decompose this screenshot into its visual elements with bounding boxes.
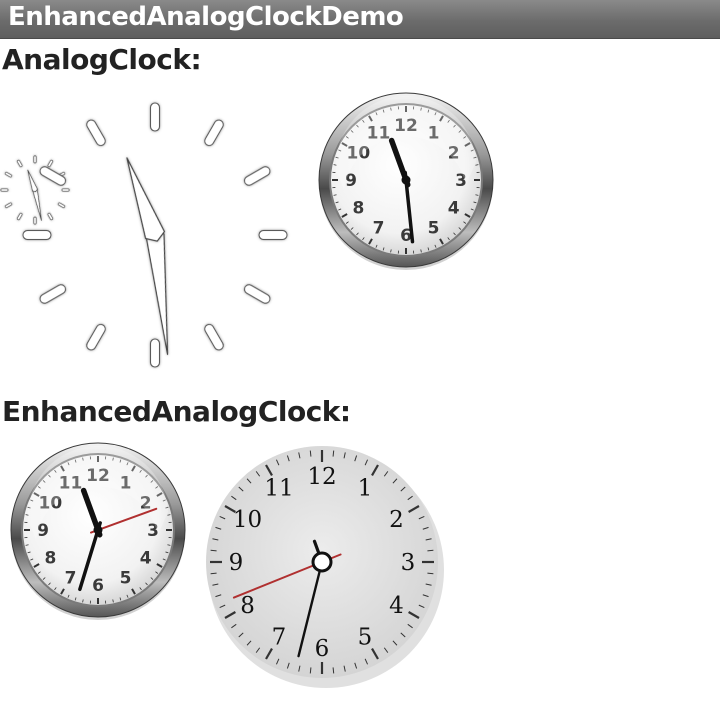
clock-numeral: 8	[44, 549, 56, 569]
hour-tick	[39, 284, 67, 304]
clock-numeral: 7	[65, 569, 77, 589]
hour-hand	[126, 157, 165, 242]
clock-numeral: 8	[352, 199, 364, 219]
clock-numeral: 7	[373, 219, 385, 239]
hour-tick	[204, 119, 224, 147]
clock-numeral: 8	[240, 593, 255, 619]
clock-numeral: 5	[120, 569, 132, 589]
clock-numeral: 6	[92, 576, 104, 596]
chrome-bezel-clock-icon: 12 1234567891011	[318, 92, 494, 270]
title-bar: EnhancedAnalogClockDemo	[0, 0, 720, 39]
hour-tick	[4, 171, 13, 178]
clock-numeral: 1	[358, 476, 373, 502]
clock-numeral: 9	[229, 550, 244, 576]
clock-numeral: 3	[401, 550, 416, 576]
plain-dial-clock-icon: 12 12 3 45 6 78 9 1011	[206, 446, 444, 688]
minute-hand	[145, 224, 169, 355]
clock-numeral: 5	[428, 219, 440, 239]
clock-numeral: 4	[389, 593, 404, 619]
hour-tick	[86, 323, 106, 351]
hour-tick	[39, 166, 67, 186]
clock-numeral: 11	[264, 476, 293, 502]
clock-numeral: 4	[448, 199, 460, 219]
hour-tick	[4, 202, 13, 209]
white-tick-clock-icon	[22, 102, 288, 368]
hour-tick	[0, 188, 9, 192]
hour-tick	[258, 229, 288, 241]
hour-tick	[149, 102, 161, 132]
hour-tick	[86, 119, 106, 147]
clock-numeral: 12	[307, 464, 336, 490]
analog-clock-heading: AnalogClock:	[2, 43, 202, 76]
hour-tick	[243, 284, 271, 304]
clock-numeral: 4	[140, 549, 152, 569]
chrome-bezel-clock-icon: 12 1234567891011	[10, 442, 186, 620]
hour-tick	[149, 338, 161, 368]
hour-tick	[243, 166, 271, 186]
hour-tick	[204, 323, 224, 351]
app-title: EnhancedAnalogClockDemo	[8, 2, 404, 32]
enhanced-analog-clock-heading: EnhancedAnalogClock:	[2, 395, 351, 428]
clock-numeral: 5	[358, 624, 373, 650]
clock-numeral: 7	[272, 624, 287, 650]
hour-tick	[22, 229, 52, 241]
chrome-analog-clock: 12 1234567891011	[318, 92, 494, 270]
white-tick-clock-large	[22, 102, 288, 368]
clock-numeral: 6	[315, 636, 330, 662]
plain-dial-enhanced-clock: 12 12 3 45 6 78 9 1011	[206, 446, 444, 688]
clock-numeral: 10	[233, 507, 262, 533]
clock-numeral: 2	[389, 507, 404, 533]
chrome-enhanced-clock: 12 1234567891011	[10, 442, 186, 620]
